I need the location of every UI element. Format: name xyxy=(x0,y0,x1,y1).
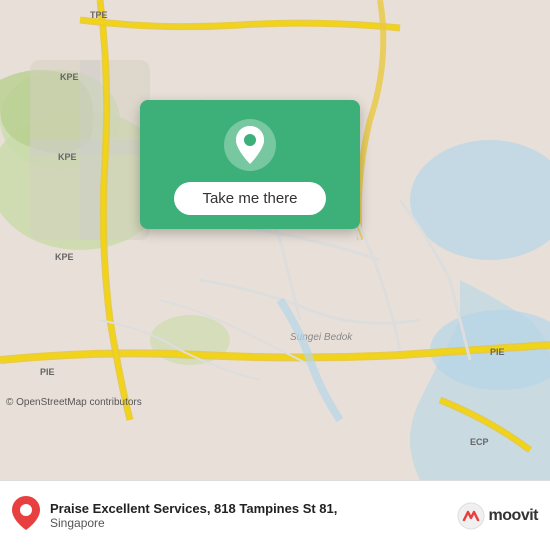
place-pin-icon xyxy=(12,496,40,530)
svg-text:PIE: PIE xyxy=(490,347,505,357)
map-container: PIE PIE KPE KPE KPE TPE ECP Sungei Be xyxy=(0,0,550,480)
svg-text:ECP: ECP xyxy=(470,437,489,447)
place-details: Praise Excellent Services, 818 Tampines … xyxy=(50,501,447,530)
place-address: Singapore xyxy=(50,516,447,530)
moovit-logo: moovit xyxy=(457,502,538,530)
svg-text:TPE: TPE xyxy=(90,10,108,20)
svg-text:KPE: KPE xyxy=(60,72,79,82)
bottom-bar: Praise Excellent Services, 818 Tampines … xyxy=(0,480,550,550)
pin-icon xyxy=(223,118,277,172)
map-svg: PIE PIE KPE KPE KPE TPE ECP Sungei Be xyxy=(0,0,550,480)
take-me-card: Take me there xyxy=(140,100,360,229)
svg-text:KPE: KPE xyxy=(58,152,77,162)
moovit-label: moovit xyxy=(489,507,538,525)
osm-attribution: © OpenStreetMap contributors xyxy=(6,397,142,408)
take-me-button[interactable]: Take me there xyxy=(174,182,325,215)
svg-text:PIE: PIE xyxy=(40,367,55,377)
svg-text:KPE: KPE xyxy=(55,252,74,262)
place-icon-container xyxy=(12,496,40,535)
place-name: Praise Excellent Services, 818 Tampines … xyxy=(50,501,447,516)
moovit-brand-icon xyxy=(457,502,485,530)
